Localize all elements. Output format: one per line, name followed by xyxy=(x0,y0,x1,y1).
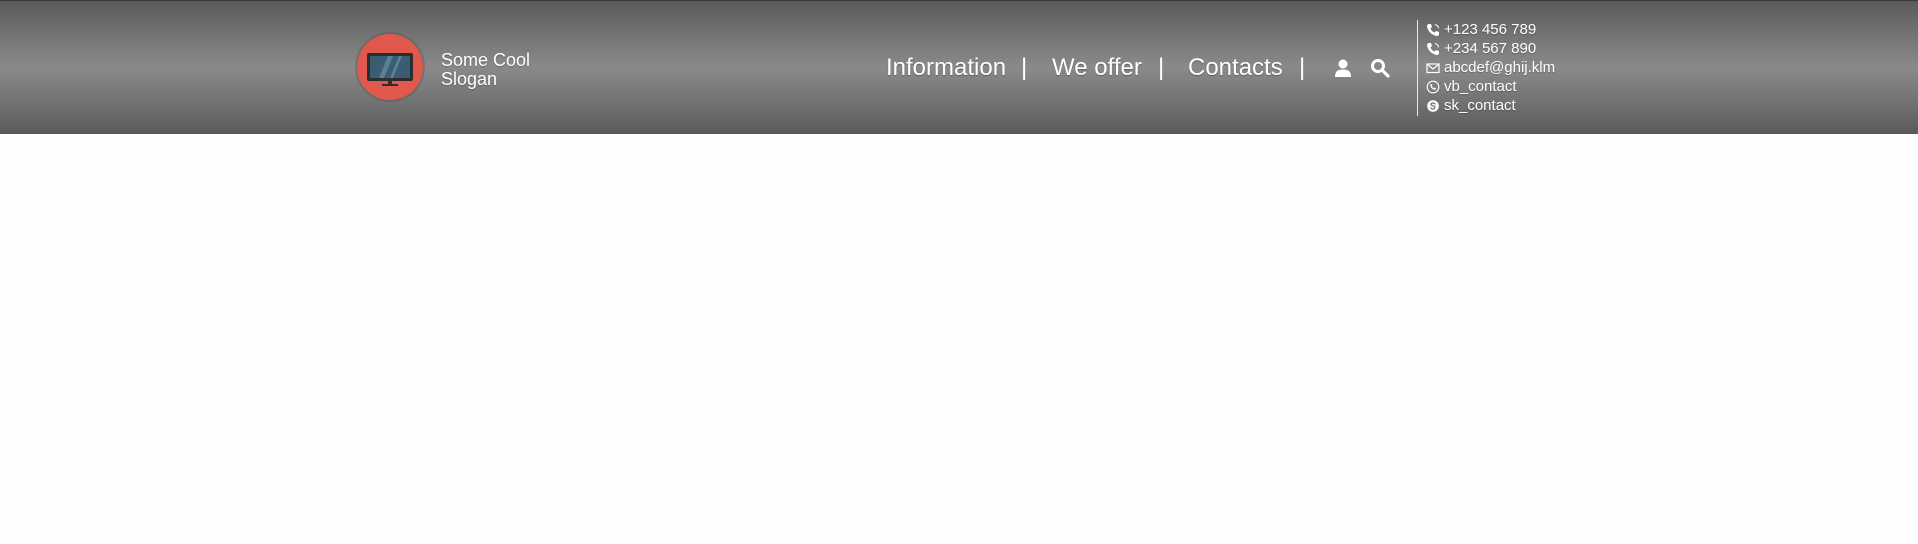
viber-handle: vb_contact xyxy=(1444,78,1517,95)
nav-separator: | xyxy=(1021,54,1028,81)
monitor-icon xyxy=(367,53,413,86)
phone-icon xyxy=(1426,42,1440,56)
skype-icon xyxy=(1426,99,1440,113)
search-icon[interactable] xyxy=(1370,58,1390,78)
phone-icon xyxy=(1426,23,1440,37)
site-header: Some Cool Slogan Information | We offer … xyxy=(0,0,1918,134)
contact-viber[interactable]: vb_contact xyxy=(1426,77,1555,96)
nav-separator: | xyxy=(1158,54,1165,81)
envelope-icon xyxy=(1426,61,1440,75)
phone-number: +123 456 789 xyxy=(1444,21,1537,38)
page-body xyxy=(0,134,1918,544)
nav-item-we-offer[interactable]: We offer xyxy=(1052,53,1142,83)
contact-email[interactable]: abcdef@ghij.klm xyxy=(1426,58,1555,77)
contact-skype[interactable]: sk_contact xyxy=(1426,96,1555,115)
user-icon[interactable] xyxy=(1333,58,1353,78)
nav-item-information[interactable]: Information xyxy=(886,53,1006,83)
nav-item-contacts[interactable]: Contacts xyxy=(1188,53,1283,83)
email-address: abcdef@ghij.klm xyxy=(1444,59,1556,76)
nav-separator: | xyxy=(1299,54,1306,81)
logo[interactable] xyxy=(357,34,423,100)
viber-icon xyxy=(1426,80,1440,94)
contact-list: +123 456 789 +234 567 890 abcdef@ghij.kl… xyxy=(1417,20,1555,116)
skype-handle: sk_contact xyxy=(1444,97,1516,114)
phone-number: +234 567 890 xyxy=(1444,40,1537,57)
slogan: Some Cool Slogan xyxy=(441,51,530,89)
slogan-line-2: Slogan xyxy=(441,69,498,89)
slogan-line-1: Some Cool xyxy=(441,50,531,70)
contact-phone-2[interactable]: +234 567 890 xyxy=(1426,39,1555,58)
contact-phone-1[interactable]: +123 456 789 xyxy=(1426,20,1555,39)
